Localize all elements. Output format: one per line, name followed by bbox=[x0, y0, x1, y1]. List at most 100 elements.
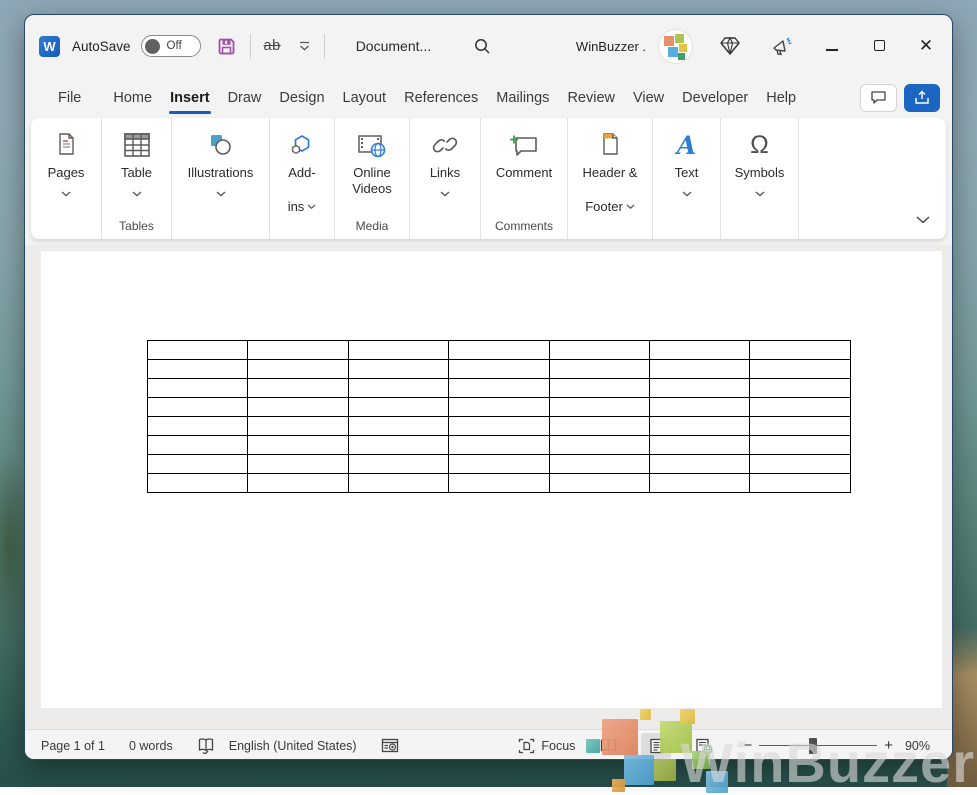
pages-button[interactable]: Pages bbox=[31, 118, 101, 239]
account-name[interactable]: WinBuzzer . bbox=[576, 39, 646, 54]
table-cell[interactable] bbox=[549, 379, 649, 398]
table-cell[interactable] bbox=[750, 417, 850, 436]
zoom-slider[interactable] bbox=[759, 738, 877, 754]
minimize-button[interactable] bbox=[824, 38, 840, 55]
table-cell[interactable] bbox=[348, 341, 448, 360]
table-cell[interactable] bbox=[248, 455, 348, 474]
search-icon[interactable] bbox=[473, 37, 491, 55]
table-cell[interactable] bbox=[750, 379, 850, 398]
word-app-icon[interactable]: W bbox=[39, 36, 60, 57]
print-layout-button[interactable] bbox=[641, 733, 671, 759]
feedback-megaphone-icon[interactable] bbox=[771, 36, 794, 57]
tab-developer[interactable]: Developer bbox=[673, 84, 757, 112]
table-cell[interactable] bbox=[750, 360, 850, 379]
table-cell[interactable] bbox=[649, 455, 749, 474]
page-indicator[interactable]: Page 1 of 1 bbox=[41, 739, 105, 753]
zoom-out-button[interactable]: − bbox=[743, 737, 752, 754]
symbols-button[interactable]: Ω Symbols bbox=[721, 118, 798, 239]
table-cell[interactable] bbox=[148, 455, 248, 474]
avatar[interactable] bbox=[659, 30, 692, 63]
zoom-in-button[interactable]: + bbox=[884, 737, 893, 754]
table-cell[interactable] bbox=[649, 398, 749, 417]
table-cell[interactable] bbox=[750, 398, 850, 417]
tab-draw[interactable]: Draw bbox=[219, 84, 271, 112]
table-cell[interactable] bbox=[248, 436, 348, 455]
table-cell[interactable] bbox=[649, 341, 749, 360]
text-button[interactable]: A Text bbox=[653, 118, 720, 239]
focus-mode-button[interactable]: Focus bbox=[518, 738, 575, 754]
document-page[interactable] bbox=[41, 251, 942, 708]
table-cell[interactable] bbox=[348, 455, 448, 474]
comments-toggle-button[interactable] bbox=[860, 84, 897, 112]
tab-layout[interactable]: Layout bbox=[334, 84, 396, 112]
table-cell[interactable] bbox=[248, 417, 348, 436]
table-cell[interactable] bbox=[449, 455, 549, 474]
qat-overflow-chevron-icon[interactable] bbox=[298, 41, 311, 51]
table-cell[interactable] bbox=[750, 474, 850, 493]
maximize-button[interactable] bbox=[871, 38, 887, 55]
macro-record-icon[interactable] bbox=[381, 738, 399, 753]
save-icon[interactable] bbox=[216, 36, 237, 57]
table-cell[interactable] bbox=[148, 360, 248, 379]
premium-gem-icon[interactable] bbox=[719, 36, 741, 56]
table-cell[interactable] bbox=[549, 398, 649, 417]
header-footer-button[interactable]: Header & Footer bbox=[568, 118, 652, 239]
table-cell[interactable] bbox=[348, 474, 448, 493]
table-cell[interactable] bbox=[449, 417, 549, 436]
table-cell[interactable] bbox=[549, 341, 649, 360]
table-cell[interactable] bbox=[549, 417, 649, 436]
table-cell[interactable] bbox=[248, 474, 348, 493]
table-cell[interactable] bbox=[148, 436, 248, 455]
tab-mailings[interactable]: Mailings bbox=[487, 84, 558, 112]
table-cell[interactable] bbox=[549, 436, 649, 455]
illustrations-button[interactable]: Illustrations bbox=[172, 118, 269, 239]
table-cell[interactable] bbox=[248, 341, 348, 360]
table-cell[interactable] bbox=[148, 341, 248, 360]
table-cell[interactable] bbox=[449, 360, 549, 379]
close-button[interactable]: ✕ bbox=[918, 36, 934, 56]
document-title[interactable]: Document... bbox=[356, 38, 431, 54]
table-cell[interactable] bbox=[549, 455, 649, 474]
zoom-level[interactable]: 90% bbox=[905, 739, 930, 753]
table-cell[interactable] bbox=[148, 474, 248, 493]
table-cell[interactable] bbox=[449, 341, 549, 360]
table-cell[interactable] bbox=[549, 360, 649, 379]
share-button[interactable] bbox=[904, 84, 940, 112]
web-layout-button[interactable] bbox=[689, 733, 719, 759]
language-indicator[interactable]: English (United States) bbox=[229, 739, 357, 753]
table-cell[interactable] bbox=[348, 436, 448, 455]
addins-button[interactable]: Add- ins bbox=[270, 118, 334, 239]
table-cell[interactable] bbox=[649, 474, 749, 493]
tab-view[interactable]: View bbox=[624, 84, 673, 112]
tab-file[interactable]: File bbox=[49, 84, 90, 112]
table-cell[interactable] bbox=[750, 341, 850, 360]
read-mode-button[interactable] bbox=[593, 733, 623, 759]
table-cell[interactable] bbox=[649, 417, 749, 436]
collapse-ribbon-chevron-icon[interactable] bbox=[916, 211, 930, 229]
table-cell[interactable] bbox=[449, 379, 549, 398]
table-cell[interactable] bbox=[148, 398, 248, 417]
table-cell[interactable] bbox=[750, 455, 850, 474]
strikethrough-qat-button[interactable]: ab bbox=[264, 38, 281, 54]
autosave-toggle[interactable]: Off bbox=[141, 35, 201, 57]
table-cell[interactable] bbox=[449, 398, 549, 417]
tab-references[interactable]: References bbox=[395, 84, 487, 112]
table-cell[interactable] bbox=[148, 379, 248, 398]
tab-insert[interactable]: Insert bbox=[161, 84, 219, 112]
table-cell[interactable] bbox=[750, 436, 850, 455]
zoom-slider-handle[interactable] bbox=[809, 738, 817, 754]
table-cell[interactable] bbox=[649, 360, 749, 379]
table-cell[interactable] bbox=[348, 360, 448, 379]
word-count[interactable]: 0 words bbox=[129, 739, 173, 753]
tab-review[interactable]: Review bbox=[558, 84, 624, 112]
table-cell[interactable] bbox=[649, 379, 749, 398]
table-cell[interactable] bbox=[348, 417, 448, 436]
table-cell[interactable] bbox=[248, 360, 348, 379]
table-cell[interactable] bbox=[348, 398, 448, 417]
table-cell[interactable] bbox=[549, 474, 649, 493]
tab-help[interactable]: Help bbox=[757, 84, 805, 112]
doc-table[interactable] bbox=[147, 340, 851, 493]
table-cell[interactable] bbox=[449, 436, 549, 455]
table-cell[interactable] bbox=[248, 398, 348, 417]
tab-design[interactable]: Design bbox=[270, 84, 333, 112]
